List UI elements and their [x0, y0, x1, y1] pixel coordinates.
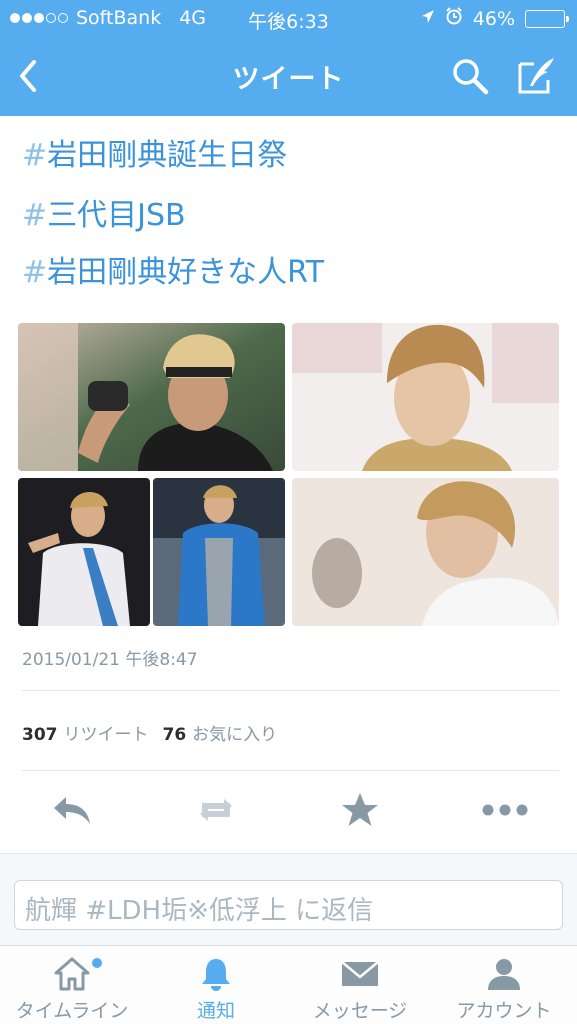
- person-icon: [432, 952, 576, 996]
- hash-symbol: #: [22, 138, 48, 173]
- tab-label: メッセージ: [312, 1000, 408, 1022]
- divider: [22, 690, 559, 691]
- hashtag-text: 三代目JSB: [47, 198, 186, 233]
- reply-input[interactable]: 航輝 #LDH垢※低浮上 に返信: [14, 880, 563, 930]
- envelope-icon: [288, 952, 432, 996]
- tweet-photo[interactable]: [292, 478, 559, 626]
- tweet-actions: [0, 780, 577, 842]
- hashtag-text: 岩田剛典好きな人RT: [47, 255, 325, 290]
- location-arrow-icon: [421, 8, 435, 30]
- divider: [22, 770, 559, 771]
- status-bar: SoftBank 4G 午後6:33 46%: [0, 0, 577, 38]
- tab-notifications[interactable]: 通知: [144, 952, 288, 1022]
- retweet-count[interactable]: 307 リツイート: [22, 725, 149, 745]
- battery-percent: 46%: [472, 7, 515, 30]
- retweet-count-value: 307: [22, 725, 58, 745]
- navigation-bar: ツイート: [0, 38, 577, 116]
- favorite-icon[interactable]: [336, 790, 384, 830]
- tab-timeline[interactable]: タイムライン: [0, 952, 144, 1022]
- tab-label: アカウント: [456, 1000, 552, 1022]
- retweet-count-label: リツイート: [63, 725, 149, 745]
- favorite-count[interactable]: 76 お気に入り: [163, 725, 278, 745]
- reply-icon[interactable]: [48, 790, 96, 830]
- tab-bar: タイムライン 通知 メッセージ アカウント: [0, 945, 577, 1024]
- hash-symbol: #: [22, 255, 48, 290]
- compose-icon[interactable]: [514, 54, 560, 98]
- status-right: 46%: [421, 7, 569, 30]
- tab-label: 通知: [196, 1000, 235, 1022]
- tab-label: タイムライン: [15, 1000, 129, 1022]
- favorite-count-label: お気に入り: [192, 725, 278, 745]
- alarm-icon: [445, 7, 463, 30]
- hashtag-link[interactable]: #三代目JSB: [22, 190, 186, 234]
- search-icon[interactable]: [448, 54, 492, 98]
- tab-account[interactable]: アカウント: [432, 952, 576, 1022]
- engagement-counts: 307 リツイート 76 お気に入り: [22, 720, 277, 745]
- unread-badge-dot: [92, 958, 102, 968]
- app-header: SoftBank 4G 午後6:33 46% ツイート: [0, 0, 577, 116]
- hashtag-text: 岩田剛典誕生日祭: [47, 138, 288, 173]
- tweet-timestamp: 2015/01/21 午後8:47: [22, 650, 198, 670]
- retweet-icon[interactable]: [192, 790, 240, 830]
- battery-icon: [525, 9, 569, 28]
- bell-icon: [144, 952, 288, 996]
- tweet-photo[interactable]: [18, 478, 150, 626]
- hashtag-link[interactable]: #岩田剛典好きな人RT: [22, 247, 324, 291]
- favorite-count-value: 76: [162, 725, 187, 745]
- tweet-photo[interactable]: [153, 478, 285, 626]
- tweet-photo[interactable]: [292, 323, 559, 471]
- more-icon[interactable]: [481, 790, 529, 830]
- tab-messages[interactable]: メッセージ: [288, 952, 432, 1022]
- home-icon: [0, 952, 144, 996]
- hash-symbol: #: [22, 198, 48, 233]
- tweet-photo[interactable]: [18, 323, 285, 471]
- reply-bar: 航輝 #LDH垢※低浮上 に返信: [0, 853, 577, 945]
- hashtag-link[interactable]: #岩田剛典誕生日祭: [22, 130, 287, 174]
